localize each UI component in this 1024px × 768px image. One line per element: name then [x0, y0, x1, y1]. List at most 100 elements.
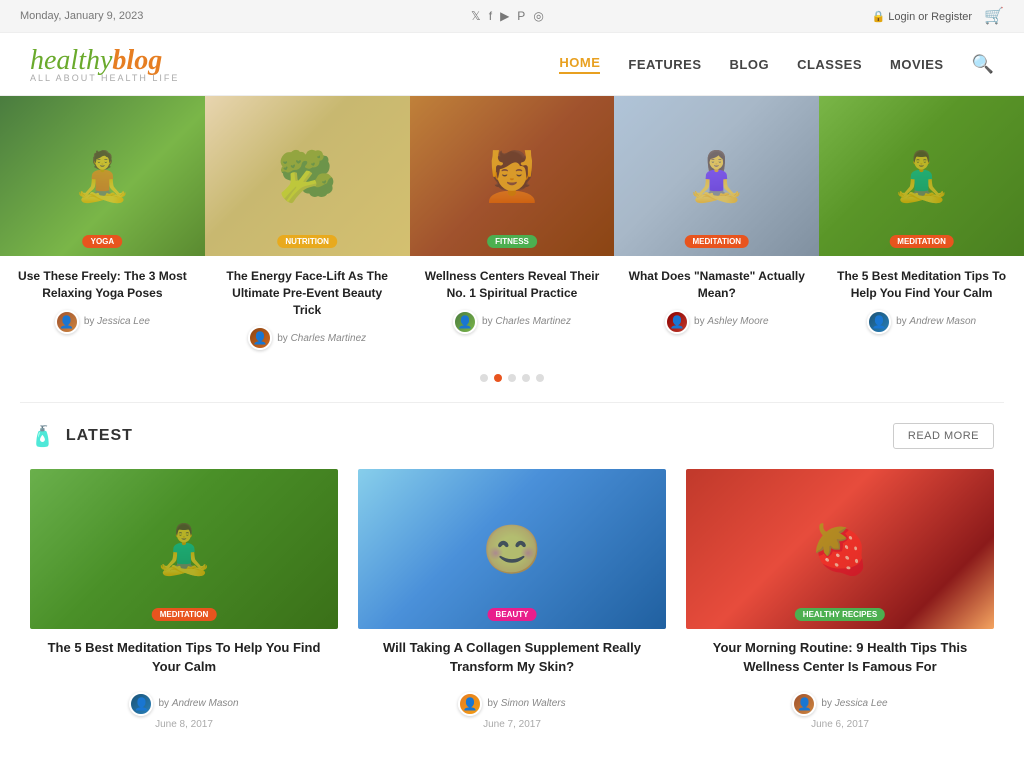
latest-header: 🧴 LATEST READ MORE	[30, 423, 994, 449]
author-row-4: 👤 by Ashley Moore	[626, 310, 807, 334]
author-row-3: 👤 by Charles Martinez	[422, 310, 603, 334]
carousel-content-5: The 5 Best Meditation Tips To Help You F…	[819, 256, 1024, 342]
latest-img-visual-1: 🧘‍♂️	[30, 469, 338, 629]
latest-card-img-1: 🧘‍♂️ MEDITATION	[30, 469, 338, 629]
logo-sub: ALL ABOUT HEALTH LIFE	[30, 73, 179, 83]
facebook-icon[interactable]: f	[489, 9, 492, 23]
carousel-img-4: 🧘‍♀️ MEDITATION	[614, 96, 819, 256]
logo-blog: blog	[112, 45, 162, 76]
top-bar: Monday, January 9, 2023 𝕏 f ▶ P ◎ 🔒 Logi…	[0, 0, 1024, 33]
dot-4[interactable]	[522, 374, 530, 382]
latest-icon: 🧴	[30, 424, 56, 449]
logo[interactable]: healthyblog ALL ABOUT HEALTH LIFE	[30, 45, 179, 83]
category-badge-4: MEDITATION	[684, 235, 749, 248]
top-bar-right: 🔒 Login or Register 🛒	[872, 6, 1004, 26]
register-link[interactable]: Register	[931, 11, 972, 23]
read-more-button[interactable]: READ MORE	[893, 423, 994, 449]
login-link[interactable]: Login	[888, 11, 915, 23]
latest-card-2[interactable]: 😊 BEAUTY Will Taking A Collagen Suppleme…	[358, 469, 666, 737]
latest-avatar-3: 👤	[792, 692, 816, 716]
latest-author-row-3: 👤 by Jessica Lee	[792, 692, 887, 716]
meditation1-img-visual: 🧘‍♀️	[614, 96, 819, 256]
carousel-item-1[interactable]: 🧘 YOGA Use These Freely: The 3 Most Rela…	[0, 96, 205, 358]
carousel-item-4[interactable]: 🧘‍♀️ MEDITATION What Does "Namaste" Actu…	[614, 96, 819, 358]
auth-links: 🔒 Login or Register	[872, 10, 973, 23]
latest-badge-3: HEALTHY RECIPES	[795, 608, 885, 621]
pinterest-icon[interactable]: P	[517, 9, 525, 23]
latest-avatar-2: 👤	[458, 692, 482, 716]
carousel-content-1: Use These Freely: The 3 Most Relaxing Yo…	[0, 256, 205, 342]
latest-title: 🧴 LATEST	[30, 424, 133, 449]
latest-card-content-3: Your Morning Routine: 9 Health Tips This…	[686, 629, 994, 737]
category-badge-3: FITNESS	[487, 235, 537, 248]
dot-3[interactable]	[508, 374, 516, 382]
latest-label: LATEST	[66, 427, 133, 445]
meditation2-img-visual: 🧘‍♂️	[819, 96, 1024, 256]
latest-card-1[interactable]: 🧘‍♂️ MEDITATION The 5 Best Meditation Ti…	[30, 469, 338, 737]
latest-section: 🧴 LATEST READ MORE 🧘‍♂️ MEDITATION The 5…	[0, 403, 1024, 767]
avatar-1: 👤	[55, 310, 79, 334]
carousel-title-5: The 5 Best Meditation Tips To Help You F…	[831, 268, 1012, 302]
cart-icon[interactable]: 🛒	[984, 6, 1004, 26]
latest-card-content-1: The 5 Best Meditation Tips To Help You F…	[30, 629, 338, 737]
avatar-5: 👤	[867, 310, 891, 334]
carousel-img-3: 💆 FITNESS	[410, 96, 615, 256]
latest-card-img-3: 🍓 HEALTHY RECIPES	[686, 469, 994, 629]
latest-card-title-2: Will Taking A Collagen Supplement Really…	[362, 639, 662, 675]
latest-avatar-1: 👤	[129, 692, 153, 716]
latest-badge-2: BEAUTY	[488, 608, 537, 621]
avatar-4: 👤	[665, 310, 689, 334]
dot-1[interactable]	[480, 374, 488, 382]
nav-classes[interactable]: CLASSES	[797, 57, 862, 72]
latest-author-3: by Jessica Lee	[821, 698, 887, 709]
latest-card-meta-1: 👤 by Andrew Mason June 8, 2017	[34, 686, 334, 730]
carousel-item-5[interactable]: 🧘‍♂️ MEDITATION The 5 Best Meditation Ti…	[819, 96, 1024, 358]
latest-card-img-2: 😊 BEAUTY	[358, 469, 666, 629]
carousel-title-2: The Energy Face-Lift As The Ultimate Pre…	[217, 268, 398, 318]
carousel-section: 🧘 YOGA Use These Freely: The 3 Most Rela…	[0, 96, 1024, 402]
carousel-img-5: 🧘‍♂️ MEDITATION	[819, 96, 1024, 256]
avatar-2: 👤	[248, 326, 272, 350]
carousel-item-3[interactable]: 💆 FITNESS Wellness Centers Reveal Their …	[410, 96, 615, 358]
carousel-item-2[interactable]: 🥦 NUTRITION The Energy Face-Lift As The …	[205, 96, 410, 358]
latest-card-title-1: The 5 Best Meditation Tips To Help You F…	[34, 639, 334, 675]
carousel-title-3: Wellness Centers Reveal Their No. 1 Spir…	[422, 268, 603, 302]
nav-blog[interactable]: BLOG	[730, 57, 770, 72]
search-button[interactable]: 🔍	[972, 54, 994, 75]
youtube-icon[interactable]: ▶	[500, 9, 509, 23]
social-links: 𝕏 f ▶ P ◎	[471, 9, 544, 23]
nav-movies[interactable]: MOVIES	[890, 57, 944, 72]
logo-healthy: healthy	[30, 45, 112, 76]
category-badge-2: NUTRITION	[277, 235, 337, 248]
dot-5[interactable]	[536, 374, 544, 382]
author-name-4: by Ashley Moore	[694, 316, 768, 327]
latest-card-meta-3: 👤 by Jessica Lee June 6, 2017	[690, 686, 990, 730]
author-name-3: by Charles Martinez	[482, 316, 571, 327]
latest-author-1: by Andrew Mason	[158, 698, 238, 709]
fitness-img-visual: 💆	[410, 96, 615, 256]
yoga-img-visual: 🧘	[0, 96, 205, 256]
latest-card-3[interactable]: 🍓 HEALTHY RECIPES Your Morning Routine: …	[686, 469, 994, 737]
dot-2[interactable]	[494, 374, 502, 382]
date-label: Monday, January 9, 2023	[20, 10, 143, 22]
avatar-3: 👤	[453, 310, 477, 334]
carousel-img-2: 🥦 NUTRITION	[205, 96, 410, 256]
carousel-img-1: 🧘 YOGA	[0, 96, 205, 256]
author-row-1: 👤 by Jessica Lee	[12, 310, 193, 334]
latest-author-2: by Simon Walters	[487, 698, 565, 709]
carousel-title-1: Use These Freely: The 3 Most Relaxing Yo…	[12, 268, 193, 302]
carousel-dots	[0, 358, 1024, 402]
latest-author-row-2: 👤 by Simon Walters	[458, 692, 565, 716]
nav-features[interactable]: FEATURES	[628, 57, 701, 72]
carousel-items: 🧘 YOGA Use These Freely: The 3 Most Rela…	[0, 96, 1024, 358]
nutrition-img-visual: 🥦	[205, 96, 410, 256]
latest-badge-1: MEDITATION	[152, 608, 217, 621]
latest-img-visual-2: 😊	[358, 469, 666, 629]
main-nav: HOME FEATURES BLOG CLASSES MOVIES 🔍	[559, 54, 994, 75]
author-name-2: by Charles Martinez	[277, 333, 366, 344]
twitter-icon[interactable]: 𝕏	[471, 9, 481, 23]
nav-home[interactable]: HOME	[559, 55, 600, 74]
instagram-icon[interactable]: ◎	[533, 9, 543, 23]
carousel-content-2: The Energy Face-Lift As The Ultimate Pre…	[205, 256, 410, 358]
latest-card-title-3: Your Morning Routine: 9 Health Tips This…	[690, 639, 990, 675]
